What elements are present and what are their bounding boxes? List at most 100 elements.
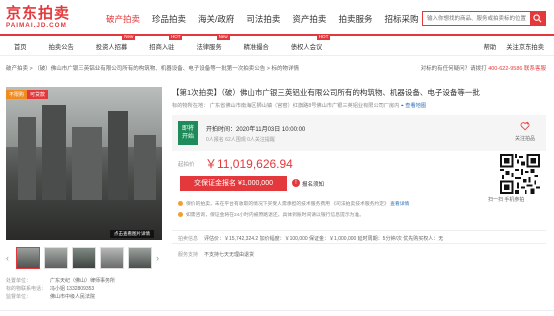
view-map-link[interactable]: 查看地图 [405,103,426,109]
nav-services[interactable]: 拍卖服务 [338,13,372,25]
status-badge: 即将 开始 [178,121,198,145]
info-row: 处置单位： 广东天纪（佛山）律师事务所 [6,277,166,285]
subnav-label: 债权人会议 [290,44,323,51]
logo-subtext: PAIMAI.JD.COM [6,22,67,29]
no-limit-badge: 不限购 [6,90,28,99]
subnav-label: 拍卖公告 [48,44,74,51]
refund-note: 如需咨询，保证金将在24小时内被原路退还，具体到账时间请以银行信息提示为准。 [178,211,364,218]
thumbnail-strip: ‹ › [6,246,162,272]
subnav-announcements[interactable]: 拍卖公告 [49,42,74,51]
nav-bankruptcy[interactable]: 破产拍卖 [106,13,140,25]
info-value: 冯小姐 1332809353 [50,286,95,292]
service-support-label: 服务支持 [178,252,199,258]
thumb-prev-icon[interactable]: ‹ [6,253,12,263]
thumbnail[interactable] [128,247,152,269]
top-header: 京东拍卖 PAIMAI.JD.COM 破产拍卖 珍品拍卖 海关/政府 司法拍卖 … [0,0,554,34]
subnav-creditors[interactable]: 债权人会议 HOT [290,34,331,51]
search-input[interactable] [423,12,529,25]
support-phone: 400-622-9586 [488,66,523,72]
subnav-label: 首页 [14,44,27,51]
search-button[interactable] [530,12,545,25]
breadcrumb: 破产拍卖 > （破）佛山市广银三英铝业有限公司所有的构筑物、机器设备、电子设备等… [0,62,554,74]
subnav-label: 法律服务 [196,44,222,51]
subnav-matching[interactable]: 精准撮合 [244,42,269,51]
divider [0,310,554,311]
auction-info-row: 拍卖信息 评估价：￥15,742,324.2 加价幅度：￥100,000 保证金… [172,230,546,244]
note-text: 保价的拍卖，未在平台有收取的情况下买受人需承担的技术服务费用 《司法拍卖技术服务… [186,202,389,207]
search-box [422,11,546,26]
nav-customs[interactable]: 海关/政府 [198,13,234,25]
thumb-next-icon[interactable]: › [156,253,162,263]
main-nav: 破产拍卖 珍品拍卖 海关/政府 司法拍卖 资产拍卖 拍卖服务 招标采购 [106,13,430,25]
hot-badge: HOT [316,34,331,40]
auction-info-label: 拍卖信息 [178,236,199,242]
qr-code-icon [500,154,540,194]
subnav-home[interactable]: 首页 [14,42,27,51]
breadcrumb-path[interactable]: 破产拍卖 > （破）佛山市广银三英铝业有限公司所有的构筑物、机器设备、电子设备等… [6,64,386,72]
service-support-text: 不支持七天无理由退货 [204,252,255,258]
new-badge: New [216,34,230,40]
start-price: ￥11,019,626.94 [205,157,293,171]
thumbnail[interactable] [44,247,68,269]
map-pin-icon: ⌖ [400,103,404,109]
pay-deposit-register-button[interactable]: 交保证金报名 ¥1,000,000 [180,176,287,191]
warning-icon: ! [292,179,300,187]
info-key: 标的物联系电话： [6,286,47,292]
new-badge: New [122,34,136,40]
participant-counts: 0人报名 62人围观 0人关注提醒 [206,137,275,143]
subnav-label: 投资人招募 [95,44,128,51]
subnav-label: 精准撮合 [243,44,269,51]
auction-info-text: 评估价：￥15,742,324.2 加价幅度：￥100,000 保证金：￥1,0… [204,236,444,242]
search-icon [533,14,542,23]
nav-collectibles[interactable]: 珍品拍卖 [152,13,186,25]
view-details-link[interactable]: 查看详情 [390,202,409,207]
registration-notice-link[interactable]: 报名须知 [302,180,324,188]
info-row: 标的物联系电话： 冯小姐 1332809353 [6,285,166,293]
info-icon [178,201,183,207]
follow-label: 关注拍品 [514,136,535,142]
loan-badge: 可贷款 [27,90,49,99]
subnav-merchant[interactable]: 招商入驻 HOT [149,34,183,51]
support-prefix: 对标的有任何疑问？请拨打 [420,66,487,72]
location-value: 广东省佛山市南海区狮山镇（官窑）红旗路8号佛山市广银三英铝业有限公司厂房内 [209,103,400,109]
subnav-label: 招商入驻 [149,44,175,51]
follow-lot-button[interactable]: 关注拍品 [510,121,540,142]
view-photo-button[interactable]: 点击查看图片详情 [110,230,154,238]
lot-title: 【第1次拍卖】（破）佛山市广银三英铝业有限公司所有的构筑物、机器设备、电子设备等… [172,88,480,97]
sub-nav: 首页 拍卖公告 投资人招募 New 招商入驻 HOT 法律服务 New 精准撮合 债权… [0,34,554,56]
subnav-investor[interactable]: 投资人招募 New [95,34,136,51]
info-value: 佛山市中级人民法院 [50,294,96,300]
service-support-row: 服务支持 不支持七天无理由退货 [172,248,546,260]
hot-badge: HOT [168,34,183,40]
service-fee-note: 保价的拍卖，未在平台有收取的情况下买受人需承担的技术服务费用 《司法拍卖技术服务… [178,200,409,207]
help-link[interactable]: 帮助 [484,42,497,51]
start-price-label: 起拍价 [178,162,195,168]
thumbnail[interactable] [100,247,124,269]
main-photo[interactable] [6,87,162,240]
thumbnail[interactable] [72,247,96,269]
qr-caption: 扫一扫 手机参拍 [488,197,525,203]
info-key: 处置单位： [6,278,32,284]
nav-assets[interactable]: 资产拍卖 [292,13,326,25]
note-text: 如需咨询，保证金将在24小时内被原路退还，具体到账时间请以银行信息提示为准。 [186,213,365,218]
info-row: 监督单位： 佛山市中级人民法院 [6,293,166,301]
status-line-2: 开始 [181,134,194,140]
status-line-1: 即将 [181,126,194,132]
nav-tender[interactable]: 招标采购 [384,13,418,25]
photo-tower [42,105,66,215]
follow-site-link[interactable]: 关注京东拍卖 [506,42,544,51]
disposal-info: 处置单位： 广东天纪（佛山）律师事务所 标的物联系电话： 冯小姐 133280935… [6,277,166,301]
subnav-legal[interactable]: 法律服务 New [196,34,230,51]
logo-text: 京东拍卖 [6,5,71,22]
nav-judicial[interactable]: 司法拍卖 [246,13,280,25]
heart-plus-icon [520,121,530,131]
photo-tower [18,117,36,212]
lot-location: 标的物所在地： 广东省佛山市南海区狮山镇（官窑）红旗路8号佛山市广银三英铝业有限… [172,102,426,110]
info-key: 监督单位： [6,294,32,300]
info-icon [178,212,183,218]
site-logo[interactable]: 京东拍卖 PAIMAI.JD.COM [6,6,98,30]
contact-service-link[interactable]: 联系客服 [524,66,546,72]
thumbnail[interactable] [16,247,40,269]
info-value: 广东天纪（佛山）律师事务所 [50,278,116,284]
auction-status-panel: 即将 开始 开拍时间：2020年11月03日 10:00:00 0人报名 62人… [172,115,546,151]
